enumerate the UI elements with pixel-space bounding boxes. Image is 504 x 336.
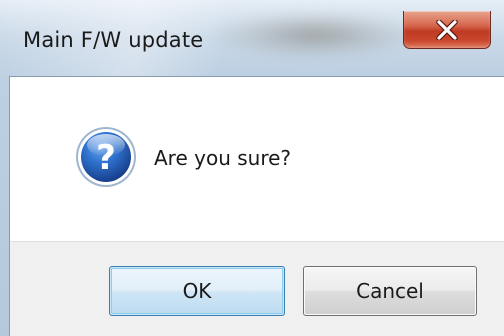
svg-text:?: ? — [96, 138, 116, 178]
title-bar[interactable]: Main F/W update — [0, 0, 504, 76]
cancel-button[interactable]: Cancel — [303, 266, 477, 316]
ok-button-label: OK — [182, 279, 212, 303]
title-bar-blur — [215, 12, 415, 58]
message-area: ? Are you sure? — [10, 77, 504, 241]
close-icon — [404, 11, 490, 48]
dialog-client-area: ? Are you sure? OK Cancel — [9, 76, 504, 336]
dialog-window: Main F/W update ? Are you sure? OK Cance… — [0, 0, 504, 336]
message-text: Are you sure? — [154, 146, 292, 170]
ok-button[interactable]: OK — [109, 266, 285, 316]
question-icon: ? — [74, 125, 138, 189]
cancel-button-label: Cancel — [356, 279, 424, 303]
close-button[interactable] — [403, 11, 491, 49]
button-area: OK Cancel — [10, 241, 504, 336]
window-title: Main F/W update — [23, 28, 204, 52]
